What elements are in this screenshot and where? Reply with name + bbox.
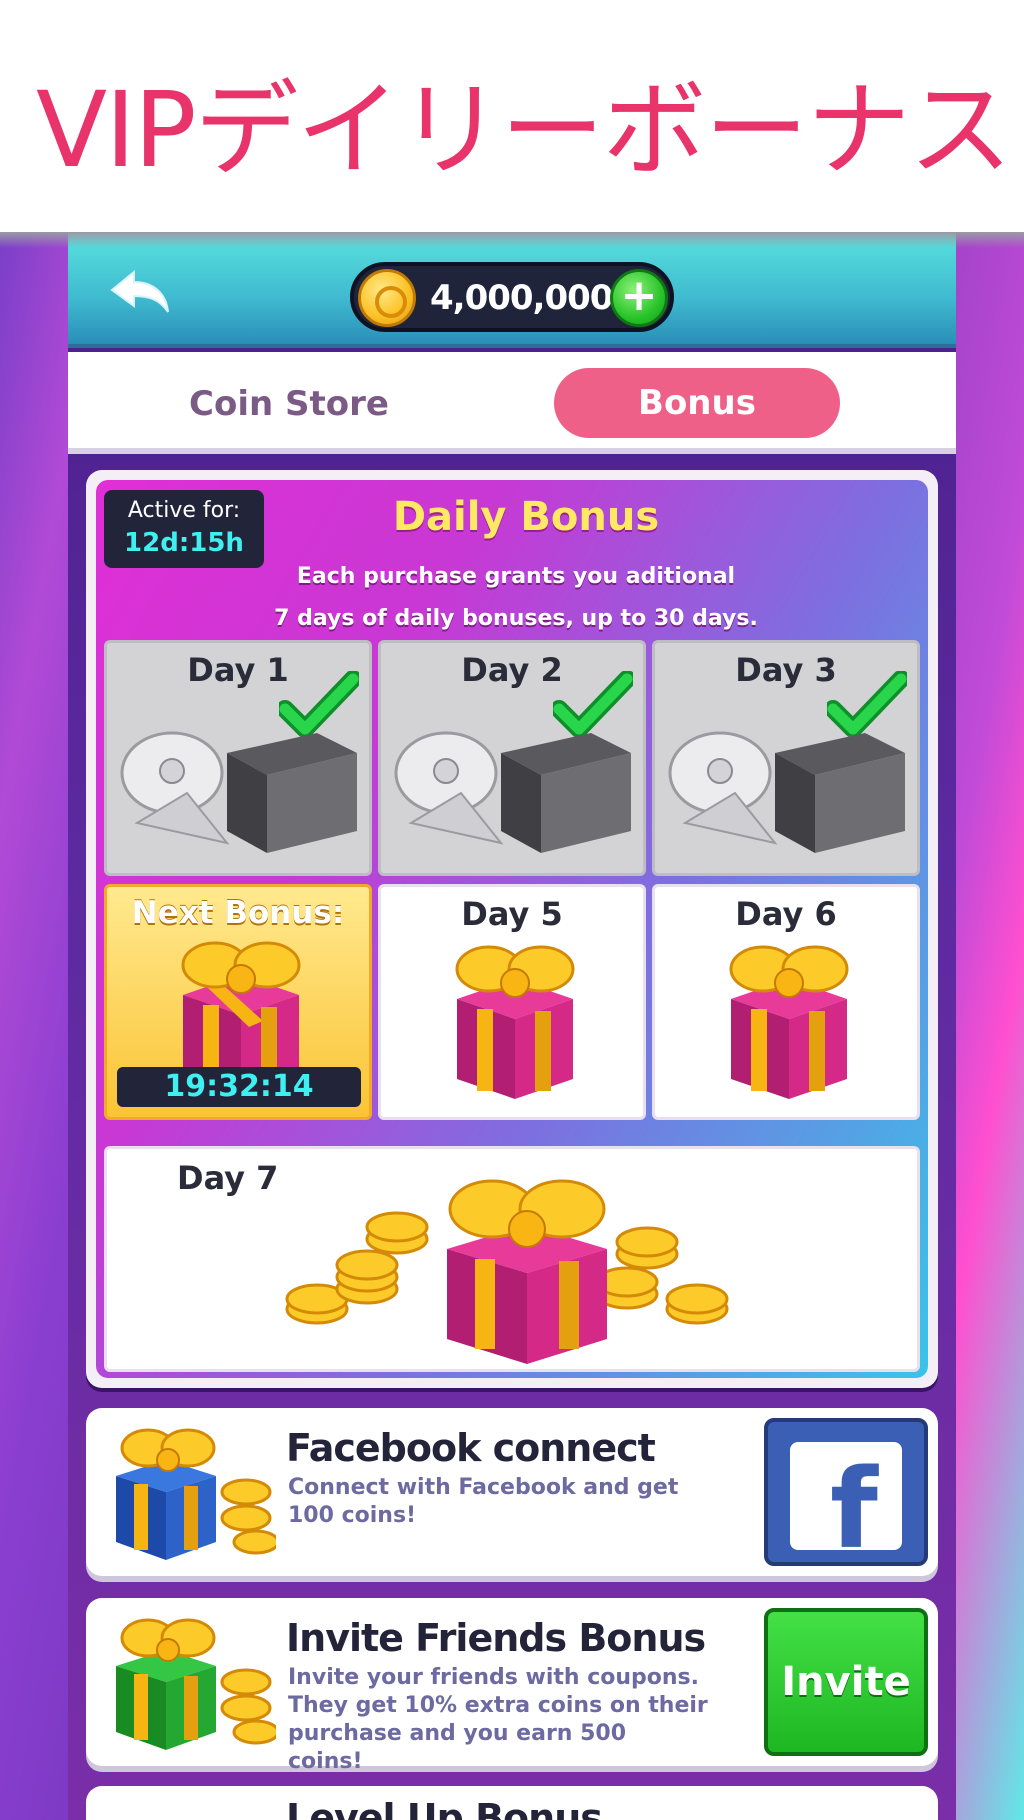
banner-title: VIPデイリーボーナス: [36, 69, 1013, 191]
daily-bonus-title: Daily Bonus: [392, 494, 660, 540]
daily-bonus-card: Active for: 12d:15h Daily Bonus Each pur…: [86, 470, 938, 1388]
subtitle-line-2: 7 days of daily bonuses, up to 30 days.: [274, 606, 758, 631]
tab-coin-store[interactable]: Coin Store: [164, 376, 414, 432]
day-label: Day 5: [461, 895, 563, 933]
promo-title: Facebook connect: [286, 1426, 656, 1470]
gift-and-coins-icon: [285, 1179, 729, 1364]
daily-bonus-subtitle: Each purchase grants you aditional 7 day…: [196, 556, 836, 640]
invite-friends-card: Invite Friends Bonus Invite your friends…: [86, 1598, 938, 1774]
facebook-connect-button[interactable]: f: [764, 1418, 928, 1566]
plus-icon[interactable]: +: [610, 269, 668, 327]
day-tile-3: Day 3: [652, 640, 920, 876]
day-label: Day 7: [177, 1159, 279, 1197]
tab-bar: Coin Store Bonus: [68, 352, 956, 454]
day-tile-1: Day 1: [104, 640, 372, 876]
promo-description: Invite your friends with coupons. They g…: [288, 1665, 708, 1774]
next-bonus-timer: 19:32:14: [117, 1067, 361, 1107]
facebook-icon: f: [790, 1442, 902, 1550]
promo-title: Invite Friends Bonus: [286, 1616, 706, 1660]
day-label: Day 6: [735, 895, 837, 933]
coin-icon: [358, 269, 416, 327]
coin-amount: 4,000,000: [430, 278, 613, 318]
blue-gift-icon: [116, 1428, 276, 1560]
open-gift-box-icon: [394, 731, 631, 853]
facebook-connect-card: Facebook connect Connect with Facebook a…: [86, 1408, 938, 1576]
next-bonus-tile[interactable]: Next Bonus: 19:32:14: [104, 884, 372, 1120]
back-arrow-icon[interactable]: [108, 268, 172, 318]
gift-box-icon: [729, 945, 849, 1099]
promo-title: Level Up Bonus: [286, 1796, 603, 1820]
subtitle-line-1: Each purchase grants you aditional: [296, 564, 736, 589]
invite-button[interactable]: Invite: [764, 1608, 928, 1756]
open-gift-box-icon: [668, 731, 905, 853]
open-gift-box-icon: [120, 731, 357, 853]
level-up-bonus-card: Level Up Bonus: [86, 1786, 938, 1820]
daily-bonus-panel: Active for: 12d:15h Daily Bonus Each pur…: [96, 480, 928, 1378]
gift-box-icon: [455, 945, 575, 1099]
day-tile-5: Day 5: [378, 884, 646, 1120]
promo-description: Connect with Facebook and get 100 coins!: [288, 1475, 679, 1528]
active-value: 12d:15h: [124, 528, 244, 558]
day-tile-6: Day 6: [652, 884, 920, 1120]
coin-balance: 4,000,000 +: [350, 262, 674, 332]
day-tile-2: Day 2: [378, 640, 646, 876]
day-tile-7: Day 7: [104, 1146, 920, 1372]
next-bonus-label: Next Bonus:: [131, 895, 345, 931]
green-gift-icon: [116, 1618, 276, 1750]
active-label: Active for:: [127, 498, 241, 523]
top-bar: 4,000,000 +: [68, 232, 956, 348]
app-screen: 4,000,000 + Coin Store Bonus Active for:…: [0, 232, 1024, 1820]
app-panel: 4,000,000 + Coin Store Bonus Active for:…: [68, 232, 956, 1820]
banner: VIPデイリーボーナス: [0, 0, 1024, 232]
tab-bonus[interactable]: Bonus: [554, 368, 840, 438]
